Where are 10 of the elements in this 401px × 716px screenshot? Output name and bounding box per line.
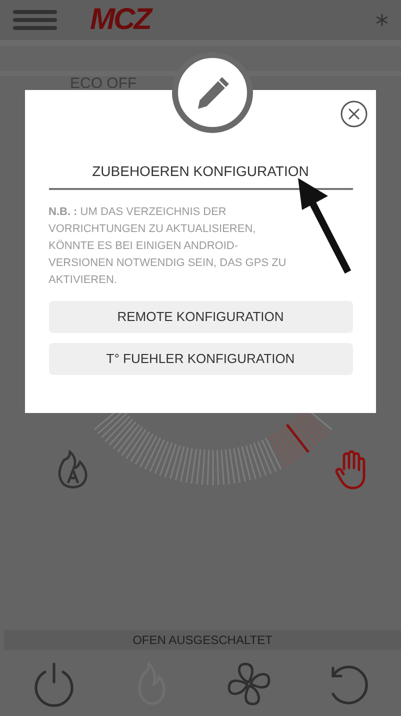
snowflake-icon[interactable] (375, 13, 389, 27)
auto-flame-icon[interactable] (56, 450, 90, 490)
config-button[interactable]: T° FUEHLER KONFIGURATION (48, 343, 352, 375)
menu-icon[interactable] (12, 9, 58, 31)
logo: MCZ (90, 5, 150, 35)
status-text: OFEN AUSGESCHALTET (132, 632, 272, 649)
note-text: N.B. : UM DAS VERZEICHNIS DER VORRICHTUNGEN ZU AKTUALISIEREN, KÖNNTE ES BEI EINIGEN ANDROID-VERSIONEN NOTWENDIG SEIN, DAS GPS ZU AKTIVIEREN. (48, 205, 286, 288)
hand-icon[interactable] (334, 450, 368, 490)
close-icon[interactable] (340, 100, 368, 128)
config-button[interactable]: REMOTE KONFIGURATION (48, 301, 352, 333)
